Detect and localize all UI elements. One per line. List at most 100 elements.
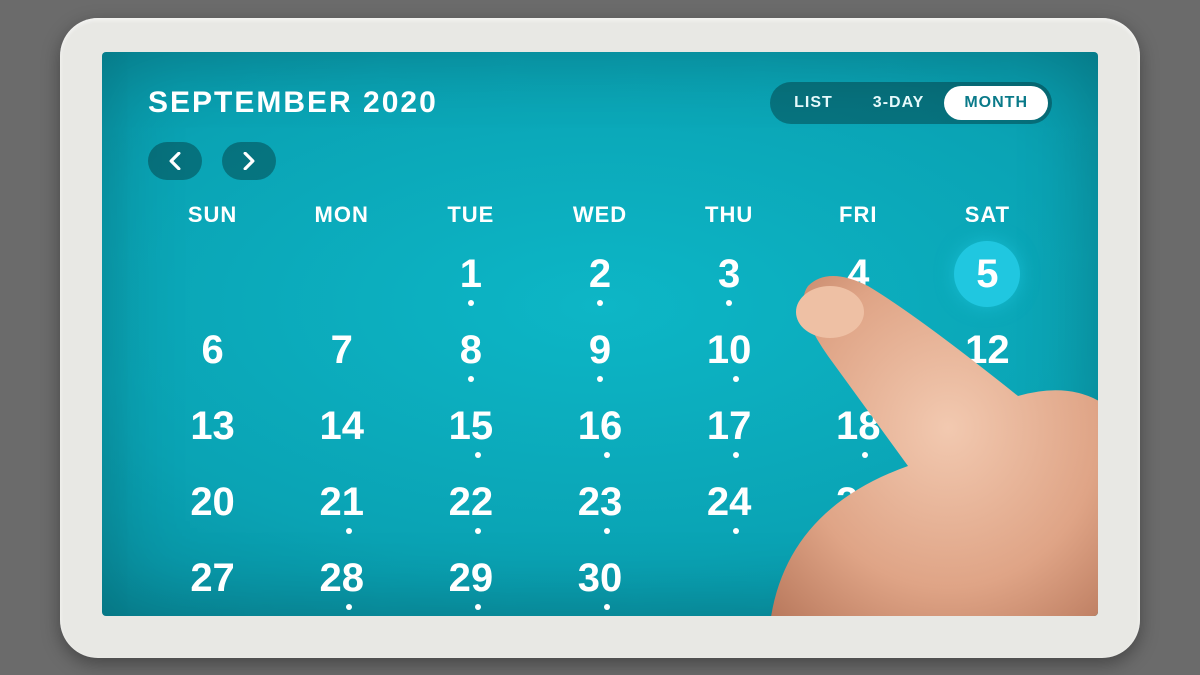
day-number: 27 <box>190 558 235 598</box>
day-cell[interactable]: 16 <box>535 388 664 464</box>
day-cell[interactable]: 1 <box>406 236 535 312</box>
weekday-label: SUN <box>148 202 277 228</box>
day-number: 21 <box>319 482 364 522</box>
day-cell[interactable]: 10 <box>665 312 794 388</box>
chevron-right-icon <box>242 152 256 170</box>
day-number: 14 <box>319 406 364 446</box>
weekday-label: SAT <box>923 202 1052 228</box>
day-number: 11 <box>837 330 879 370</box>
view-toggle: LIST 3-DAY MONTH <box>770 82 1052 124</box>
weekday-label: WED <box>535 202 664 228</box>
day-cell[interactable]: 25 <box>794 464 923 540</box>
view-option-3day[interactable]: 3-DAY <box>853 86 945 120</box>
day-number: 5 <box>976 254 998 294</box>
day-cell[interactable]: 9 <box>535 312 664 388</box>
day-number: 20 <box>190 482 235 522</box>
day-cell <box>277 236 406 312</box>
day-cell[interactable]: 2 <box>535 236 664 312</box>
view-option-month[interactable]: MONTH <box>944 86 1048 120</box>
day-number: 6 <box>201 330 223 370</box>
chevron-left-icon <box>168 152 182 170</box>
view-option-list[interactable]: LIST <box>774 86 853 120</box>
day-cell <box>665 540 794 616</box>
day-cell[interactable]: 12 <box>923 312 1052 388</box>
day-number: 8 <box>460 330 482 370</box>
event-dot <box>733 528 739 534</box>
device-bezel: SEPTEMBER 2020 LIST 3-DAY MONTH SUN MON … <box>60 18 1140 658</box>
next-month-button[interactable] <box>222 142 276 180</box>
day-number: 12 <box>965 330 1010 370</box>
month-title: SEPTEMBER 2020 <box>148 86 438 120</box>
day-cell[interactable]: 14 <box>277 388 406 464</box>
event-dot <box>346 528 352 534</box>
day-number: 4 <box>847 254 869 294</box>
day-cell[interactable]: 26 <box>923 464 1052 540</box>
weekday-label: FRI <box>794 202 923 228</box>
day-cell[interactable]: 17 <box>665 388 794 464</box>
day-cell[interactable]: 4 <box>794 236 923 312</box>
event-dot <box>862 452 868 458</box>
event-dot <box>604 528 610 534</box>
month-nav <box>148 142 1052 180</box>
day-cell[interactable]: 7 <box>277 312 406 388</box>
day-cell[interactable]: 6 <box>148 312 277 388</box>
event-dot <box>346 604 352 610</box>
day-cell[interactable]: 19 <box>923 388 1052 464</box>
day-cell[interactable]: 30 <box>535 540 664 616</box>
day-number: 28 <box>319 558 364 598</box>
day-cell[interactable]: 15 <box>406 388 535 464</box>
day-cell[interactable]: 29 <box>406 540 535 616</box>
event-dot <box>726 300 732 306</box>
day-cell[interactable]: 22 <box>406 464 535 540</box>
day-number: 3 <box>718 254 740 294</box>
day-number: 22 <box>449 482 494 522</box>
event-dot <box>468 376 474 382</box>
weekday-label: MON <box>277 202 406 228</box>
day-number: 17 <box>707 406 752 446</box>
event-dot <box>855 300 861 306</box>
event-dot <box>862 376 868 382</box>
event-dot <box>597 300 603 306</box>
calendar-header: SEPTEMBER 2020 LIST 3-DAY MONTH <box>148 82 1052 124</box>
day-cell <box>148 236 277 312</box>
event-dot <box>597 376 603 382</box>
day-cell[interactable]: 13 <box>148 388 277 464</box>
day-cell[interactable]: 23 <box>535 464 664 540</box>
day-cell[interactable]: 18 <box>794 388 923 464</box>
day-cell[interactable]: 24 <box>665 464 794 540</box>
weekday-label: TUE <box>406 202 535 228</box>
day-cell[interactable]: 5 <box>923 236 1052 312</box>
event-dot <box>604 604 610 610</box>
day-number: 13 <box>190 406 235 446</box>
day-number: 10 <box>707 330 752 370</box>
day-number: 16 <box>578 406 623 446</box>
day-number: 15 <box>449 406 494 446</box>
day-number: 26 <box>965 482 1010 522</box>
event-dot <box>475 528 481 534</box>
weekday-label: THU <box>665 202 794 228</box>
event-dot <box>604 452 610 458</box>
event-dot <box>468 300 474 306</box>
event-dot <box>733 376 739 382</box>
weekday-header-row: SUN MON TUE WED THU FRI SAT <box>148 202 1052 228</box>
day-cell[interactable]: 21 <box>277 464 406 540</box>
day-cell[interactable]: 8 <box>406 312 535 388</box>
day-cell[interactable]: 27 <box>148 540 277 616</box>
day-number: 19 <box>965 406 1010 446</box>
calendar-screen[interactable]: SEPTEMBER 2020 LIST 3-DAY MONTH SUN MON … <box>102 52 1098 616</box>
prev-month-button[interactable] <box>148 142 202 180</box>
event-dot <box>733 452 739 458</box>
day-number: 29 <box>449 558 494 598</box>
day-number: 2 <box>589 254 611 294</box>
day-number: 23 <box>578 482 623 522</box>
day-cell <box>794 540 923 616</box>
day-number: 25 <box>836 482 881 522</box>
day-number: 7 <box>331 330 353 370</box>
day-cell[interactable]: 28 <box>277 540 406 616</box>
day-cell[interactable]: 11 <box>794 312 923 388</box>
day-cell[interactable]: 3 <box>665 236 794 312</box>
days-grid: 1234567891011121314151617181920212223242… <box>148 236 1052 616</box>
day-cell[interactable]: 20 <box>148 464 277 540</box>
day-number: 18 <box>836 406 881 446</box>
day-number: 1 <box>460 254 482 294</box>
